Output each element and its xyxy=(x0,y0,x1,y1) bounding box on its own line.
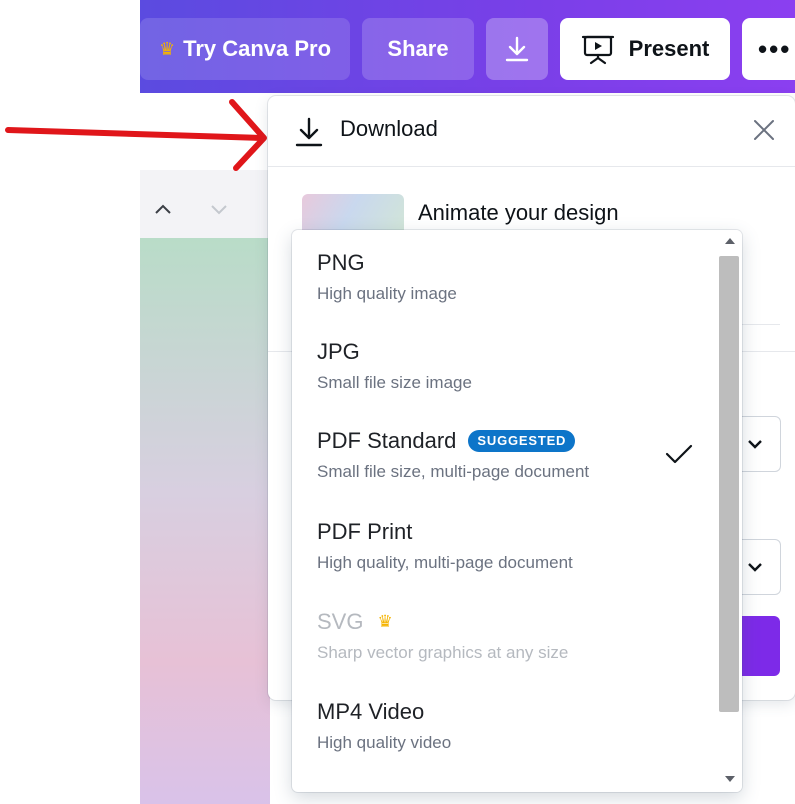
option-description: Sharp vector graphics at any size xyxy=(317,643,569,662)
suggested-badge: SUGGESTED xyxy=(468,430,576,452)
design-canvas[interactable] xyxy=(140,238,270,804)
option-label: PDF Standard xyxy=(317,428,457,453)
check-icon xyxy=(665,444,693,464)
download-icon xyxy=(505,36,529,62)
format-option-png[interactable]: PNG High quality image xyxy=(317,248,707,304)
crown-icon: ♛ xyxy=(377,612,393,631)
option-description: High quality image xyxy=(317,284,457,303)
download-button[interactable] xyxy=(486,18,548,80)
crown-icon: ♛ xyxy=(158,38,176,59)
option-description: High quality, multi-page document xyxy=(317,553,573,572)
option-label: SVG xyxy=(317,609,364,634)
option-description: Small file size image xyxy=(317,373,472,392)
format-option-pdf-standard[interactable]: PDF Standard SUGGESTED Small file size, … xyxy=(317,426,707,482)
format-option-pdf-print[interactable]: PDF Print High quality, multi-page docum… xyxy=(317,517,707,573)
option-label: PDF Print xyxy=(317,519,413,544)
scroll-up-arrow-icon[interactable] xyxy=(725,238,735,244)
option-label: MP4 Video xyxy=(317,699,425,724)
present-button[interactable]: Present xyxy=(560,18,730,80)
format-option-svg[interactable]: SVG ♛ Sharp vector graphics at any size xyxy=(317,607,707,663)
try-pro-label: Try Canva Pro xyxy=(183,36,332,61)
chevron-down-icon[interactable] xyxy=(208,198,230,220)
option-description: Small file size, multi-page document xyxy=(317,462,590,481)
more-button[interactable]: ••• xyxy=(742,18,795,80)
scrollbar-thumb[interactable] xyxy=(719,256,739,712)
chevron-up-icon[interactable] xyxy=(152,198,174,220)
try-pro-button[interactable]: ♛ Try Canva Pro xyxy=(140,18,350,80)
panel-header: Download xyxy=(268,96,795,167)
more-icon: ••• xyxy=(758,33,792,64)
option-description: High quality video xyxy=(317,733,452,752)
scroll-down-arrow-icon[interactable] xyxy=(725,776,735,782)
share-button[interactable]: Share xyxy=(362,18,474,80)
file-type-dropdown: PNG High quality image JPG Small file si… xyxy=(292,230,742,792)
annotation-arrow xyxy=(5,99,267,171)
download-icon xyxy=(295,117,323,147)
close-icon[interactable] xyxy=(752,118,776,142)
animate-design-title[interactable]: Animate your design xyxy=(418,200,619,226)
format-option-jpg[interactable]: JPG Small file size image xyxy=(317,337,707,393)
panel-title: Download xyxy=(340,116,438,141)
option-label: PNG xyxy=(317,250,365,275)
share-label: Share xyxy=(387,36,449,61)
chevron-down-icon xyxy=(748,440,762,449)
chevron-down-icon xyxy=(748,563,762,572)
option-label: JPG xyxy=(317,339,360,364)
format-option-mp4[interactable]: MP4 Video High quality video xyxy=(317,697,707,753)
presentation-icon xyxy=(581,35,614,65)
present-label: Present xyxy=(628,36,710,61)
